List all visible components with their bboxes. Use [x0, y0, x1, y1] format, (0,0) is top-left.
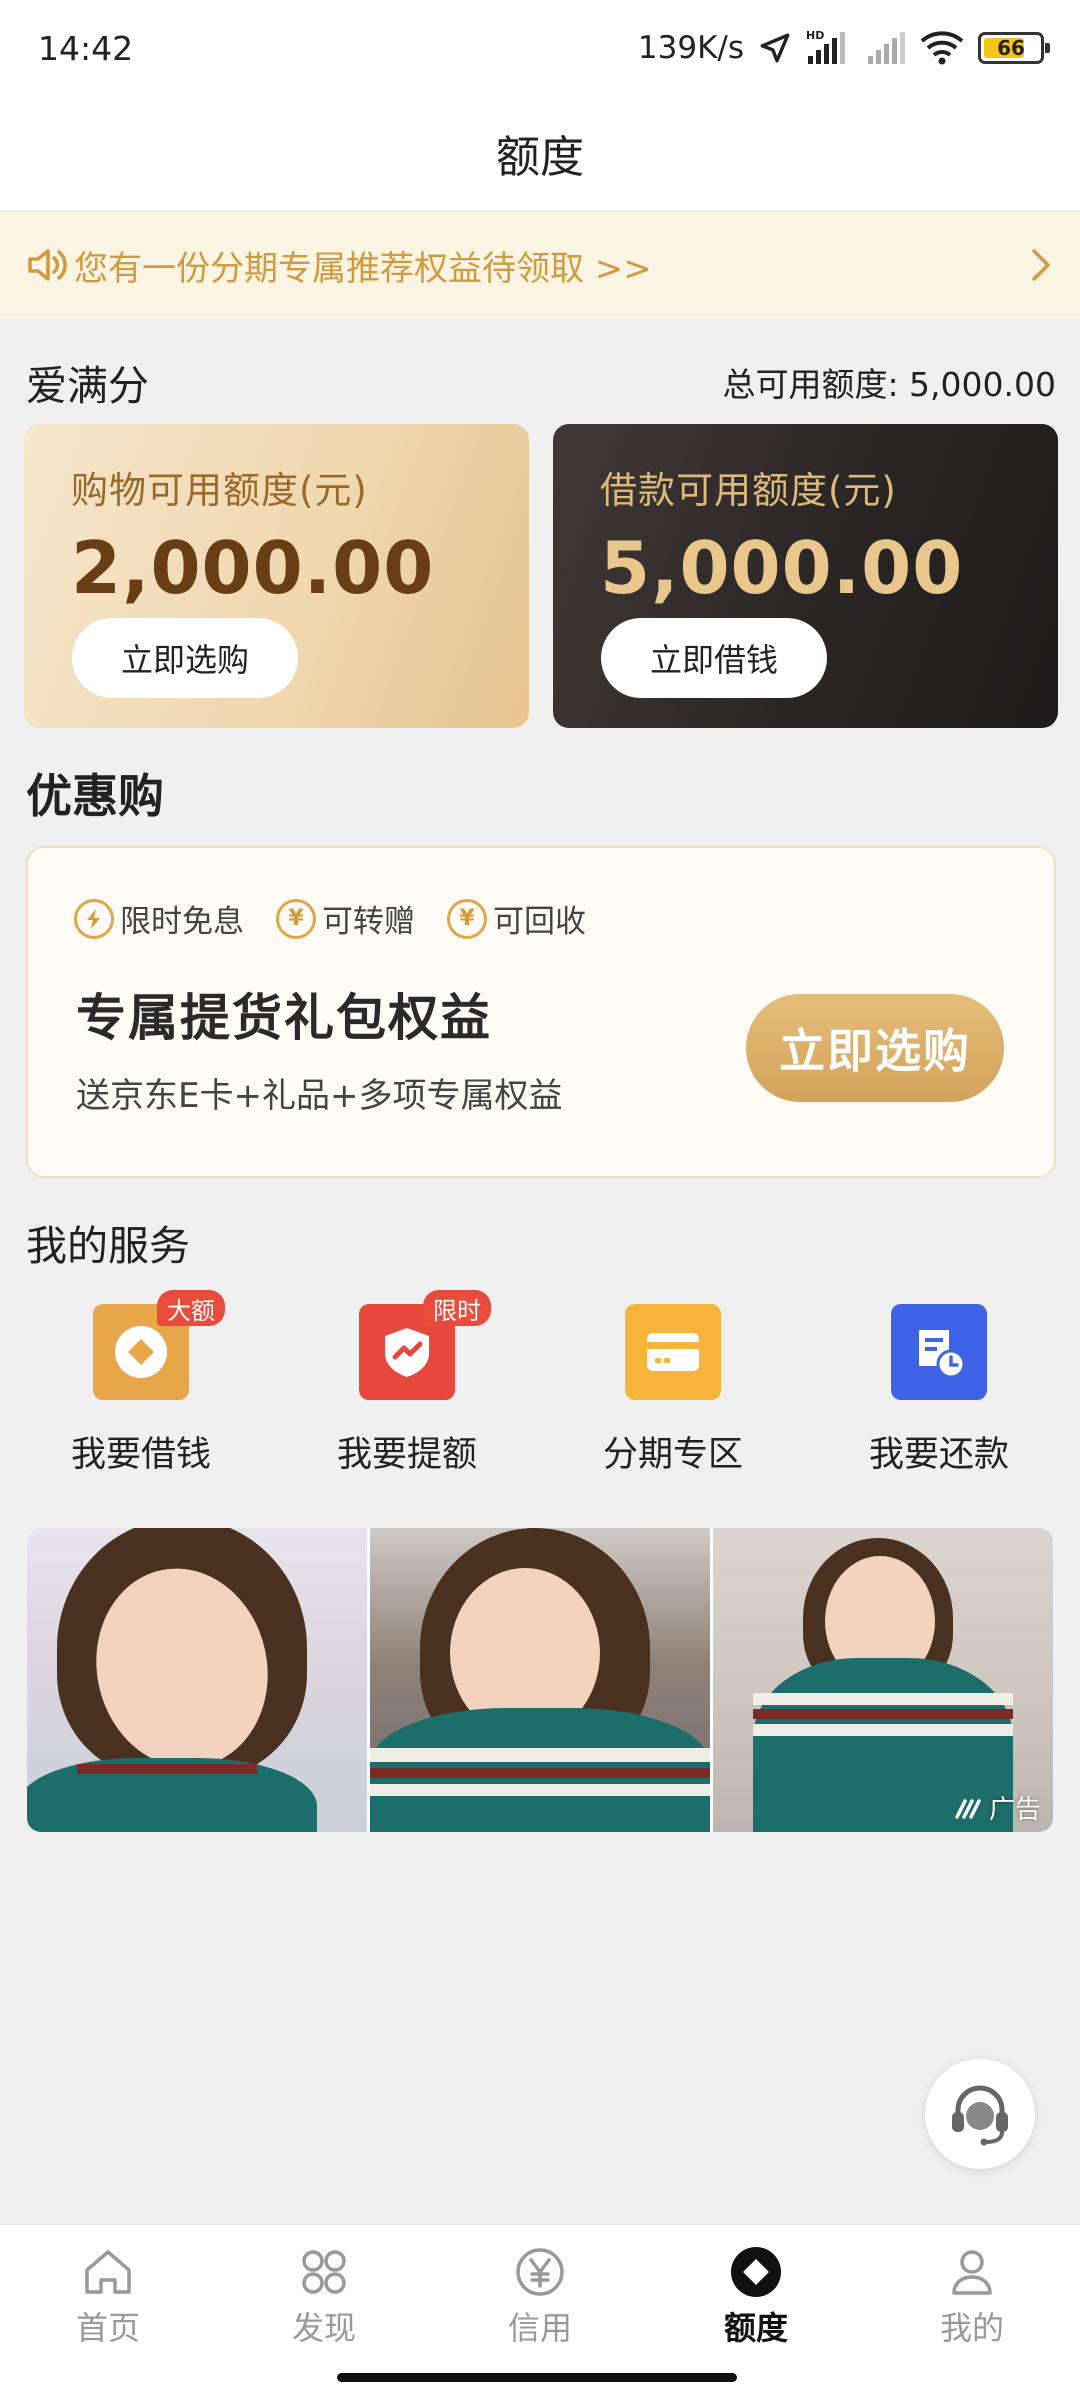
- speaker-icon: [28, 249, 67, 281]
- tab-label: 我的: [939, 2309, 1004, 2347]
- tab-label: 发现: [291, 2309, 356, 2347]
- gift-package-promo-card[interactable]: 限时免息 ¥ 可转赠 ¥ 可回收 专属提货礼包权益 送京东E卡+礼品+多项专属权…: [26, 846, 1056, 1178]
- ad-banner[interactable]: 广告: [27, 1528, 1053, 1832]
- shopping-limit-label: 购物可用额度(元): [71, 469, 368, 512]
- promo-tag: ¥ 可转赠: [276, 896, 415, 941]
- page-title: 额度: [496, 132, 584, 183]
- chevron-right-icon: [1032, 249, 1050, 281]
- discount-section-title: 优惠购: [26, 769, 164, 823]
- status-icons: 139K/s HD 66: [637, 28, 1050, 68]
- status-time: 14:42: [38, 28, 134, 68]
- service-label: 分期专区: [602, 1435, 743, 1475]
- service-repay[interactable]: 我要还款: [812, 1304, 1066, 1477]
- borrow-icon: 大额: [93, 1290, 225, 1400]
- status-bar: 14:42 139K/s HD 66: [0, 0, 1080, 96]
- signal-icon: [868, 32, 905, 64]
- svg-text:HD: HD: [806, 29, 824, 42]
- loan-limit-label: 借款可用额度(元): [600, 469, 897, 512]
- limit-diamond-icon: [731, 2247, 781, 2297]
- service-raise-limit[interactable]: 限时 我要提额: [280, 1290, 534, 1477]
- shop-now-button[interactable]: 立即选购: [72, 618, 298, 698]
- lightning-icon: [74, 898, 114, 939]
- promo-tag-label: 可回收: [493, 904, 586, 940]
- promo-title: 专属提货礼包权益: [76, 989, 492, 1047]
- ad-logo-icon: [955, 1798, 981, 1819]
- tab-profile[interactable]: 我的: [864, 2225, 1080, 2400]
- promo-notice-banner[interactable]: 您有一份分期专属推荐权益待领取 >>: [0, 212, 1080, 318]
- home-icon: [85, 2250, 131, 2294]
- promo-shop-now-button[interactable]: 立即选购: [746, 994, 1004, 1102]
- ad-label: 广告: [955, 1789, 1041, 1826]
- tab-home[interactable]: 首页: [0, 2225, 216, 2400]
- loan-limit-amount: 5,000.00: [600, 526, 964, 610]
- shopping-limit-card[interactable]: 购物可用额度(元) 2,000.00 立即选购: [24, 424, 529, 728]
- service-borrow[interactable]: 大额 我要借钱: [14, 1290, 268, 1477]
- service-label: 我要还款: [868, 1435, 1009, 1475]
- promo-subtitle: 送京东E卡+礼品+多项专属权益: [76, 1076, 563, 1116]
- score-row: 爱满分 总可用额度: 5,000.00: [26, 352, 1056, 412]
- signal-hd-icon: HD: [806, 29, 845, 64]
- page-title-bar: 额度: [0, 96, 1080, 210]
- service-label: 我要提额: [336, 1435, 477, 1475]
- promo-tag-label: 可转赠: [322, 904, 415, 940]
- loan-limit-card[interactable]: 借款可用额度(元) 5,000.00 立即借钱: [553, 424, 1058, 728]
- yen-coin-icon: ¥: [276, 898, 316, 939]
- notice-text: 您有一份分期专属推荐权益待领取 >>: [74, 248, 652, 289]
- ad-photo: [370, 1528, 710, 1832]
- tab-label: 首页: [75, 2309, 140, 2347]
- tab-label: 信用: [507, 2309, 572, 2347]
- service-badge: 大额: [157, 1290, 225, 1326]
- ad-photo: 广告: [713, 1528, 1053, 1832]
- profile-icon: [952, 2250, 992, 2295]
- repay-bill-icon: [891, 1304, 987, 1400]
- total-available-limit: 总可用额度: 5,000.00: [722, 365, 1056, 404]
- promo-tag-label: 限时免息: [120, 904, 244, 940]
- service-label: 我要借钱: [70, 1435, 211, 1475]
- home-indicator[interactable]: [337, 2373, 737, 2382]
- raise-limit-icon: 限时: [359, 1290, 491, 1400]
- services-grid: 大额 我要借钱 限时 我要提额 分期专区 我要还款: [0, 1290, 1080, 1477]
- services-section-title: 我的服务: [26, 1222, 190, 1270]
- service-installment[interactable]: 分期专区: [546, 1304, 800, 1477]
- battery-icon: 66: [978, 32, 1050, 64]
- service-badge: 限时: [423, 1290, 491, 1326]
- yen-coin-icon: ¥: [447, 898, 487, 939]
- wifi-icon: [920, 31, 964, 65]
- tab-label: 额度: [723, 2309, 788, 2347]
- credit-yen-icon: [516, 2248, 564, 2296]
- shopping-limit-amount: 2,000.00: [71, 526, 435, 610]
- net-speed: 139K/s: [637, 30, 744, 66]
- location-arrow-icon: [760, 33, 790, 63]
- promo-tags: 限时免息 ¥ 可转赠 ¥ 可回收: [74, 896, 586, 941]
- headset-icon: [952, 2085, 1008, 2146]
- promo-tag: 限时免息: [74, 896, 244, 941]
- discover-grid-icon: [302, 2250, 346, 2294]
- ad-photo: [27, 1528, 367, 1832]
- score-title: 爱满分: [26, 362, 149, 410]
- customer-service-button[interactable]: [925, 2059, 1035, 2169]
- borrow-now-button[interactable]: 立即借钱: [601, 618, 827, 698]
- installment-card-icon: [625, 1304, 721, 1400]
- promo-tag: ¥ 可回收: [447, 896, 586, 941]
